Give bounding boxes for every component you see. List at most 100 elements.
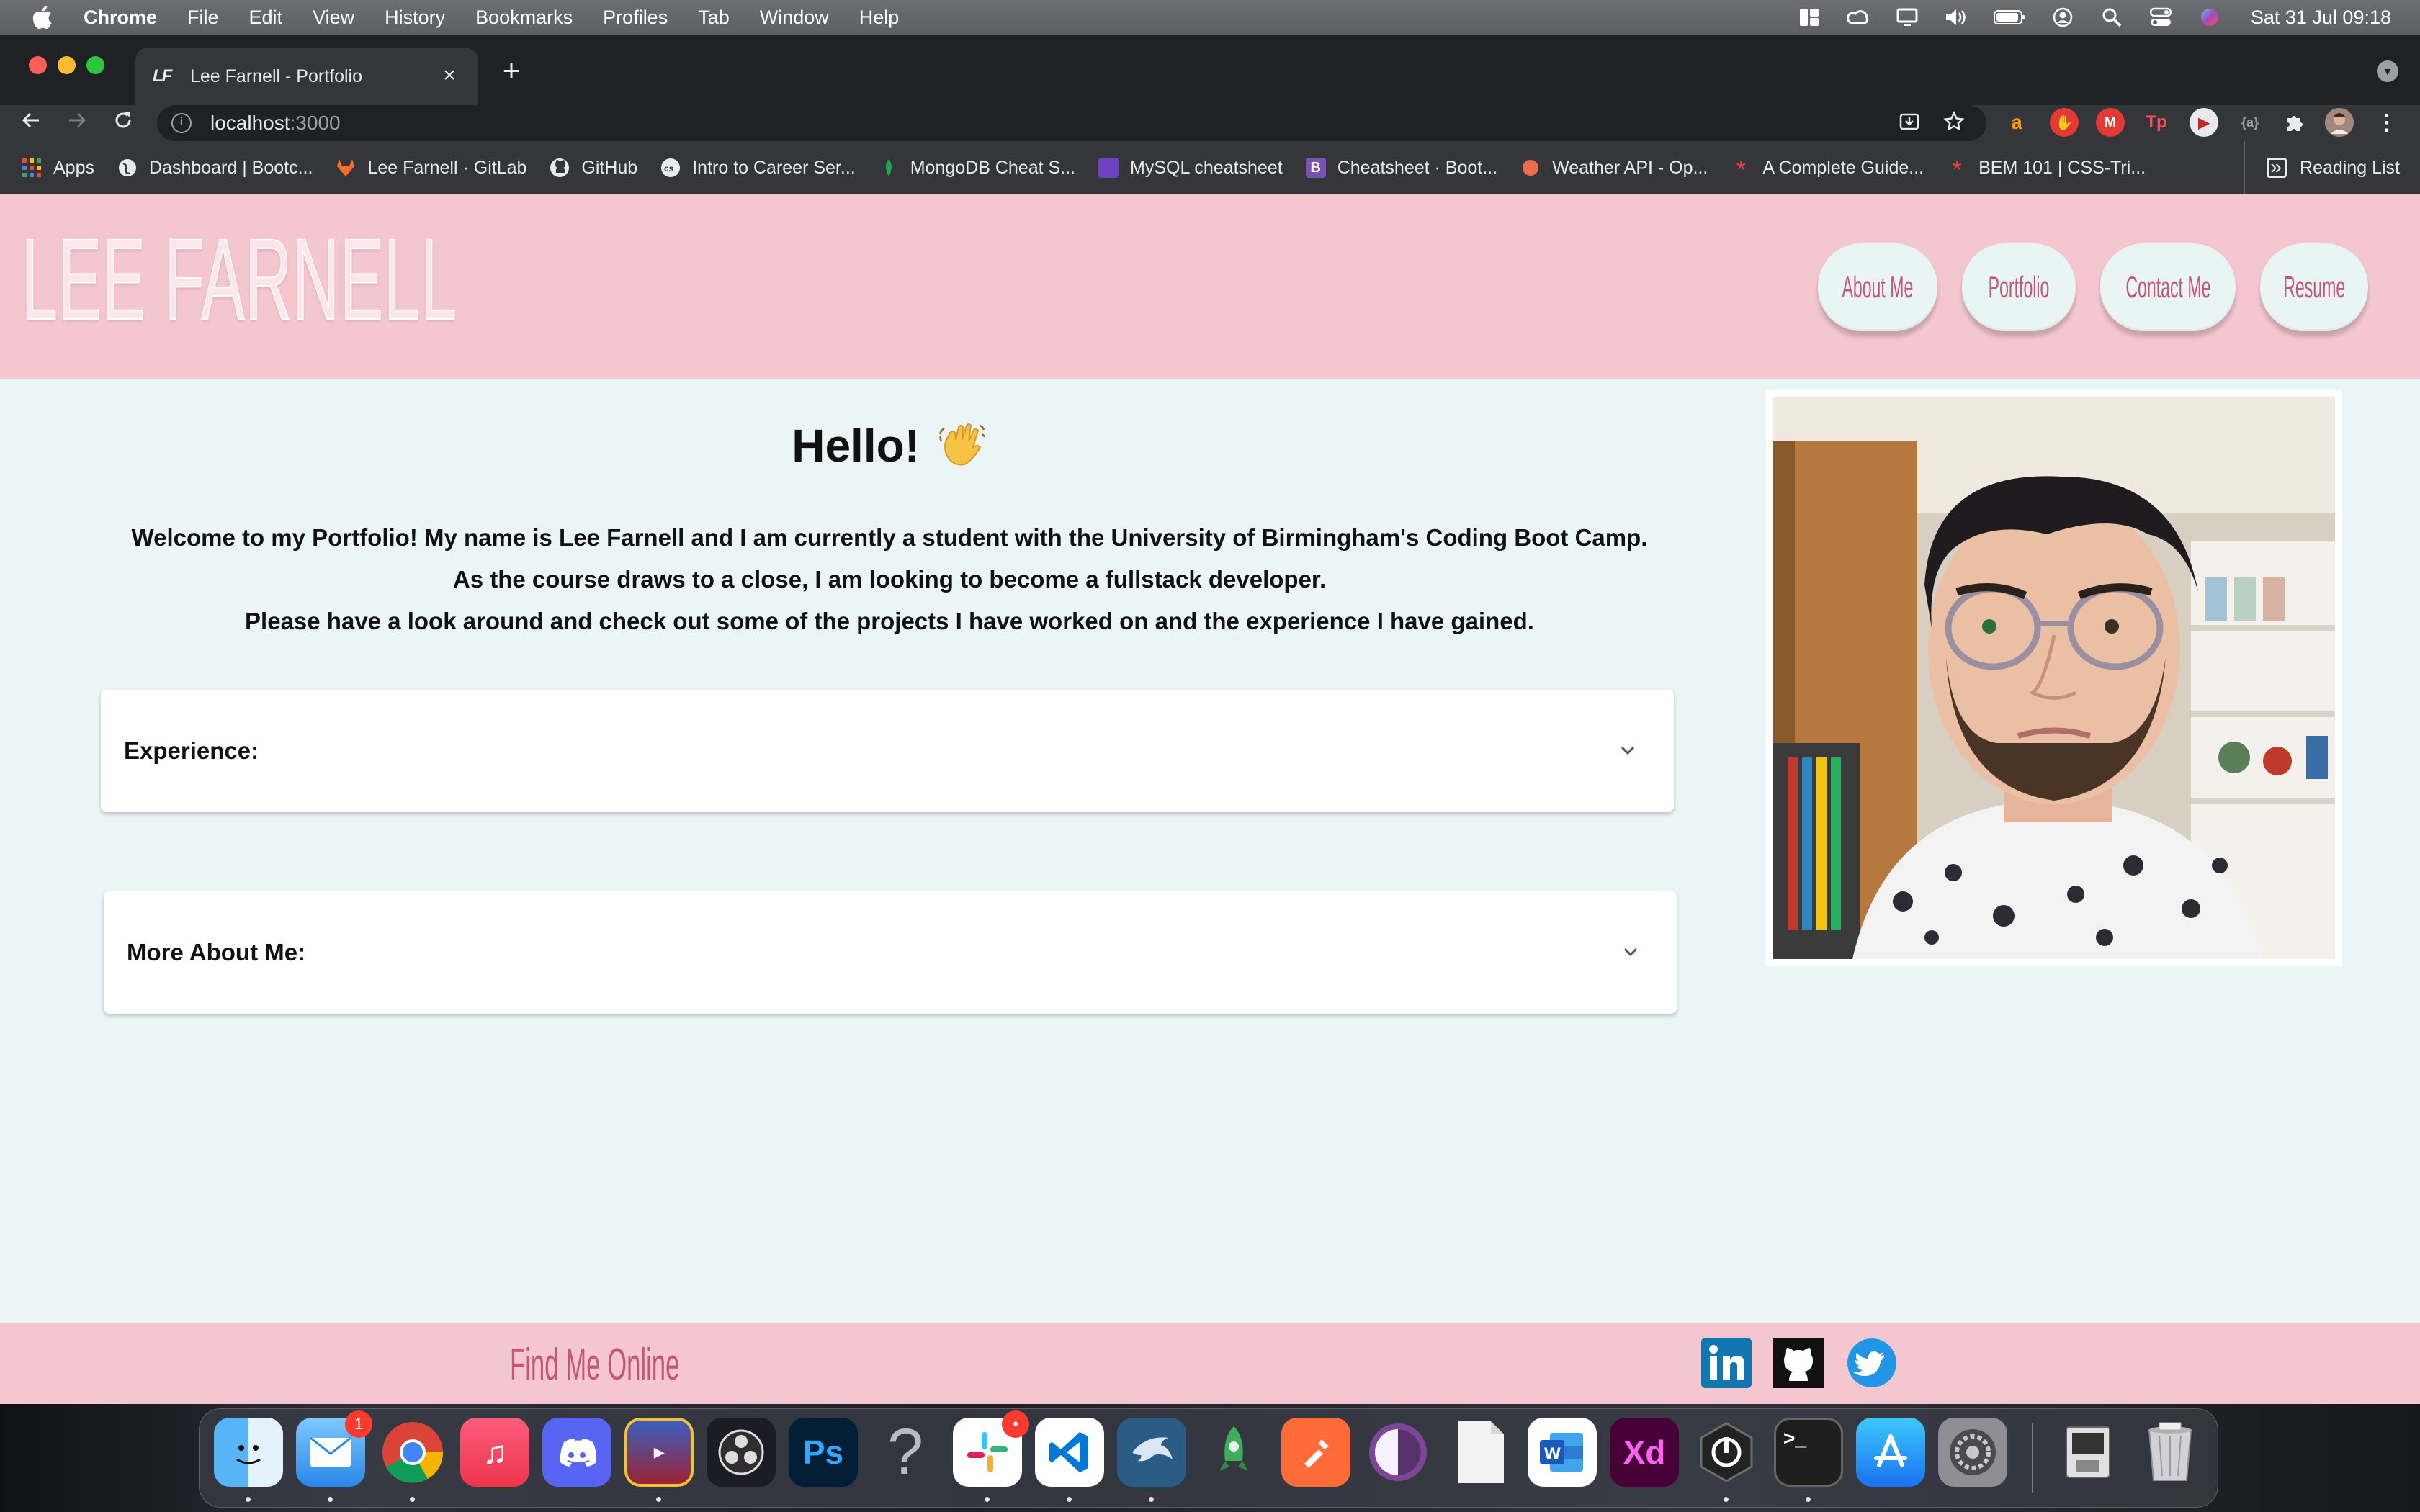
bookmark-gitlab[interactable]: Lee Farnell · GitLab (336, 158, 526, 179)
terminal-icon[interactable]: >_ (1774, 1418, 1843, 1487)
trash-icon[interactable] (2136, 1418, 2205, 1487)
site-info-icon[interactable]: i (171, 113, 192, 133)
finder-icon[interactable] (214, 1418, 283, 1487)
menu-view[interactable]: View (313, 6, 354, 29)
globe-icon (117, 158, 138, 178)
bookmark-star-icon[interactable] (1942, 111, 1966, 135)
nav-contact-me-button[interactable]: Contact Me (2100, 243, 2236, 331)
chevron-down-icon[interactable] (1613, 736, 1642, 765)
twitter-icon[interactable] (1847, 1338, 1897, 1388)
svg-text:cs: cs (664, 163, 674, 174)
nav-portfolio-button[interactable]: Portfolio (1962, 243, 2076, 331)
json-extension-icon[interactable]: {a} (2236, 108, 2264, 137)
app-store-icon[interactable] (1856, 1418, 1925, 1487)
control-center-icon[interactable] (2148, 6, 2173, 28)
menu-history[interactable]: History (385, 6, 445, 29)
logi-options-icon[interactable] (1692, 1418, 1761, 1487)
menu-file[interactable]: File (187, 6, 219, 29)
bookmark-bootstrap[interactable]: B Cheatsheet · Boot... (1305, 158, 1497, 179)
linkedin-icon[interactable] (1701, 1338, 1752, 1388)
tab-search-icon[interactable]: ▾ (2377, 60, 2398, 82)
reading-list-label: Reading List (2300, 157, 2400, 178)
mail-icon[interactable]: 1 (296, 1410, 372, 1487)
profile-avatar[interactable] (2325, 108, 2354, 137)
bookmark-label: MongoDB Cheat S... (910, 157, 1076, 178)
install-app-icon[interactable] (1897, 111, 1922, 135)
bookmark-apps[interactable]: Apps (22, 158, 94, 179)
bookmark-mongodb[interactable]: MongoDB Cheat S... (879, 158, 1075, 179)
window-close-button[interactable] (29, 56, 47, 74)
pokemon-tcg-online-icon[interactable]: ▶ (624, 1418, 694, 1487)
chrome-menu-icon[interactable]: ⋮ (2372, 108, 2401, 137)
reload-icon[interactable] (108, 108, 138, 138)
bookmark-dashboard[interactable]: Dashboard | Bootc... (117, 158, 313, 179)
downloads-folder-icon[interactable] (2053, 1418, 2123, 1487)
menu-edit[interactable]: Edit (249, 6, 283, 29)
new-tab-button[interactable]: + (497, 55, 526, 86)
mysql-workbench-icon[interactable] (1117, 1418, 1186, 1487)
help-question-icon[interactable]: ? (871, 1416, 940, 1488)
experience-accordion[interactable]: Experience: (101, 690, 1674, 812)
spotlight-search-icon[interactable] (2099, 6, 2124, 28)
browser-tab-active[interactable]: LF Lee Farnell - Portfolio × (135, 48, 478, 105)
menu-window[interactable]: Window (760, 6, 829, 29)
word-icon[interactable]: W (1528, 1418, 1597, 1487)
menu-app-chrome[interactable]: Chrome (84, 6, 157, 29)
adblock-extension-icon[interactable]: ✋ (2050, 108, 2079, 137)
system-preferences-icon[interactable] (1938, 1418, 2007, 1487)
display-icon[interactable] (1895, 6, 1919, 28)
creative-cloud-icon[interactable] (1846, 6, 1870, 28)
bookmark-career-services[interactable]: cs Intro to Career Ser... (660, 158, 856, 179)
amazon-extension-icon[interactable]: a (2002, 108, 2031, 137)
user-account-icon[interactable] (2051, 6, 2075, 28)
music-icon[interactable]: ♫ (460, 1418, 529, 1487)
siri-icon[interactable] (2197, 6, 2222, 28)
nav-resume-button[interactable]: Resume (2260, 243, 2368, 331)
running-indicator (1067, 1497, 1072, 1502)
chrome-icon[interactable] (378, 1418, 447, 1487)
bookmark-mysql[interactable]: MySQL cheatsheet (1098, 158, 1283, 179)
postman-icon[interactable] (1281, 1418, 1350, 1487)
adobe-xd-icon[interactable]: Xd (1610, 1418, 1679, 1487)
battery-icon[interactable] (1993, 6, 2026, 28)
obs-icon[interactable] (707, 1418, 776, 1487)
tor-browser-icon[interactable] (1363, 1418, 1433, 1487)
gmail-extension-icon[interactable]: M (2096, 108, 2125, 137)
photoshop-icon[interactable]: Ps (789, 1418, 858, 1487)
chevron-down-icon[interactable] (1616, 937, 1645, 966)
bookmark-label: Apps (53, 157, 94, 178)
menubar-clock[interactable]: Sat 31 Jul 09:18 (2251, 6, 2391, 29)
nav-about-me-button[interactable]: About Me (1818, 243, 1937, 331)
site-logo[interactable]: LEE FARNELL (21, 221, 457, 338)
extensions-puzzle-icon[interactable] (2280, 108, 2309, 137)
tp-extension-icon[interactable]: Tp (2142, 108, 2171, 137)
tab-close-icon[interactable]: × (438, 65, 461, 88)
slack-icon[interactable]: • (953, 1410, 1029, 1487)
document-icon[interactable] (1446, 1418, 1515, 1487)
bookmark-bem-101[interactable]: * BEM 101 | CSS-Tri... (1947, 158, 2146, 183)
window-tile-icon[interactable] (1797, 6, 1821, 28)
menu-tab[interactable]: Tab (698, 6, 730, 29)
bookmark-github[interactable]: GitHub (550, 158, 637, 179)
forward-arrow-icon[interactable] (62, 108, 92, 138)
github-icon[interactable] (1773, 1338, 1824, 1388)
bookmark-label: MySQL cheatsheet (1130, 157, 1283, 178)
bookmark-complete-guide[interactable]: * A Complete Guide... (1731, 158, 1924, 183)
screencast-extension-icon[interactable]: ▶ (2190, 108, 2218, 137)
discord-icon[interactable] (542, 1418, 611, 1487)
running-indicator (1806, 1497, 1811, 1502)
reading-list-button[interactable]: Reading List (2244, 141, 2400, 194)
window-minimize-button[interactable] (58, 56, 76, 74)
menu-help[interactable]: Help (859, 6, 900, 29)
bookmark-weather-api[interactable]: Weather API - Op... (1520, 158, 1708, 179)
vscode-icon[interactable] (1035, 1418, 1104, 1487)
robo3t-icon[interactable] (1199, 1418, 1268, 1487)
window-zoom-button[interactable] (86, 56, 104, 74)
address-bar[interactable]: i localhost:3000 (157, 105, 1986, 141)
apple-logo-icon[interactable] (27, 3, 56, 32)
back-arrow-icon[interactable] (16, 108, 46, 138)
menu-bookmarks[interactable]: Bookmarks (475, 6, 573, 29)
volume-icon[interactable] (1944, 6, 1968, 28)
menu-profiles[interactable]: Profiles (603, 6, 668, 29)
more-about-me-accordion[interactable]: More About Me: (104, 891, 1677, 1014)
